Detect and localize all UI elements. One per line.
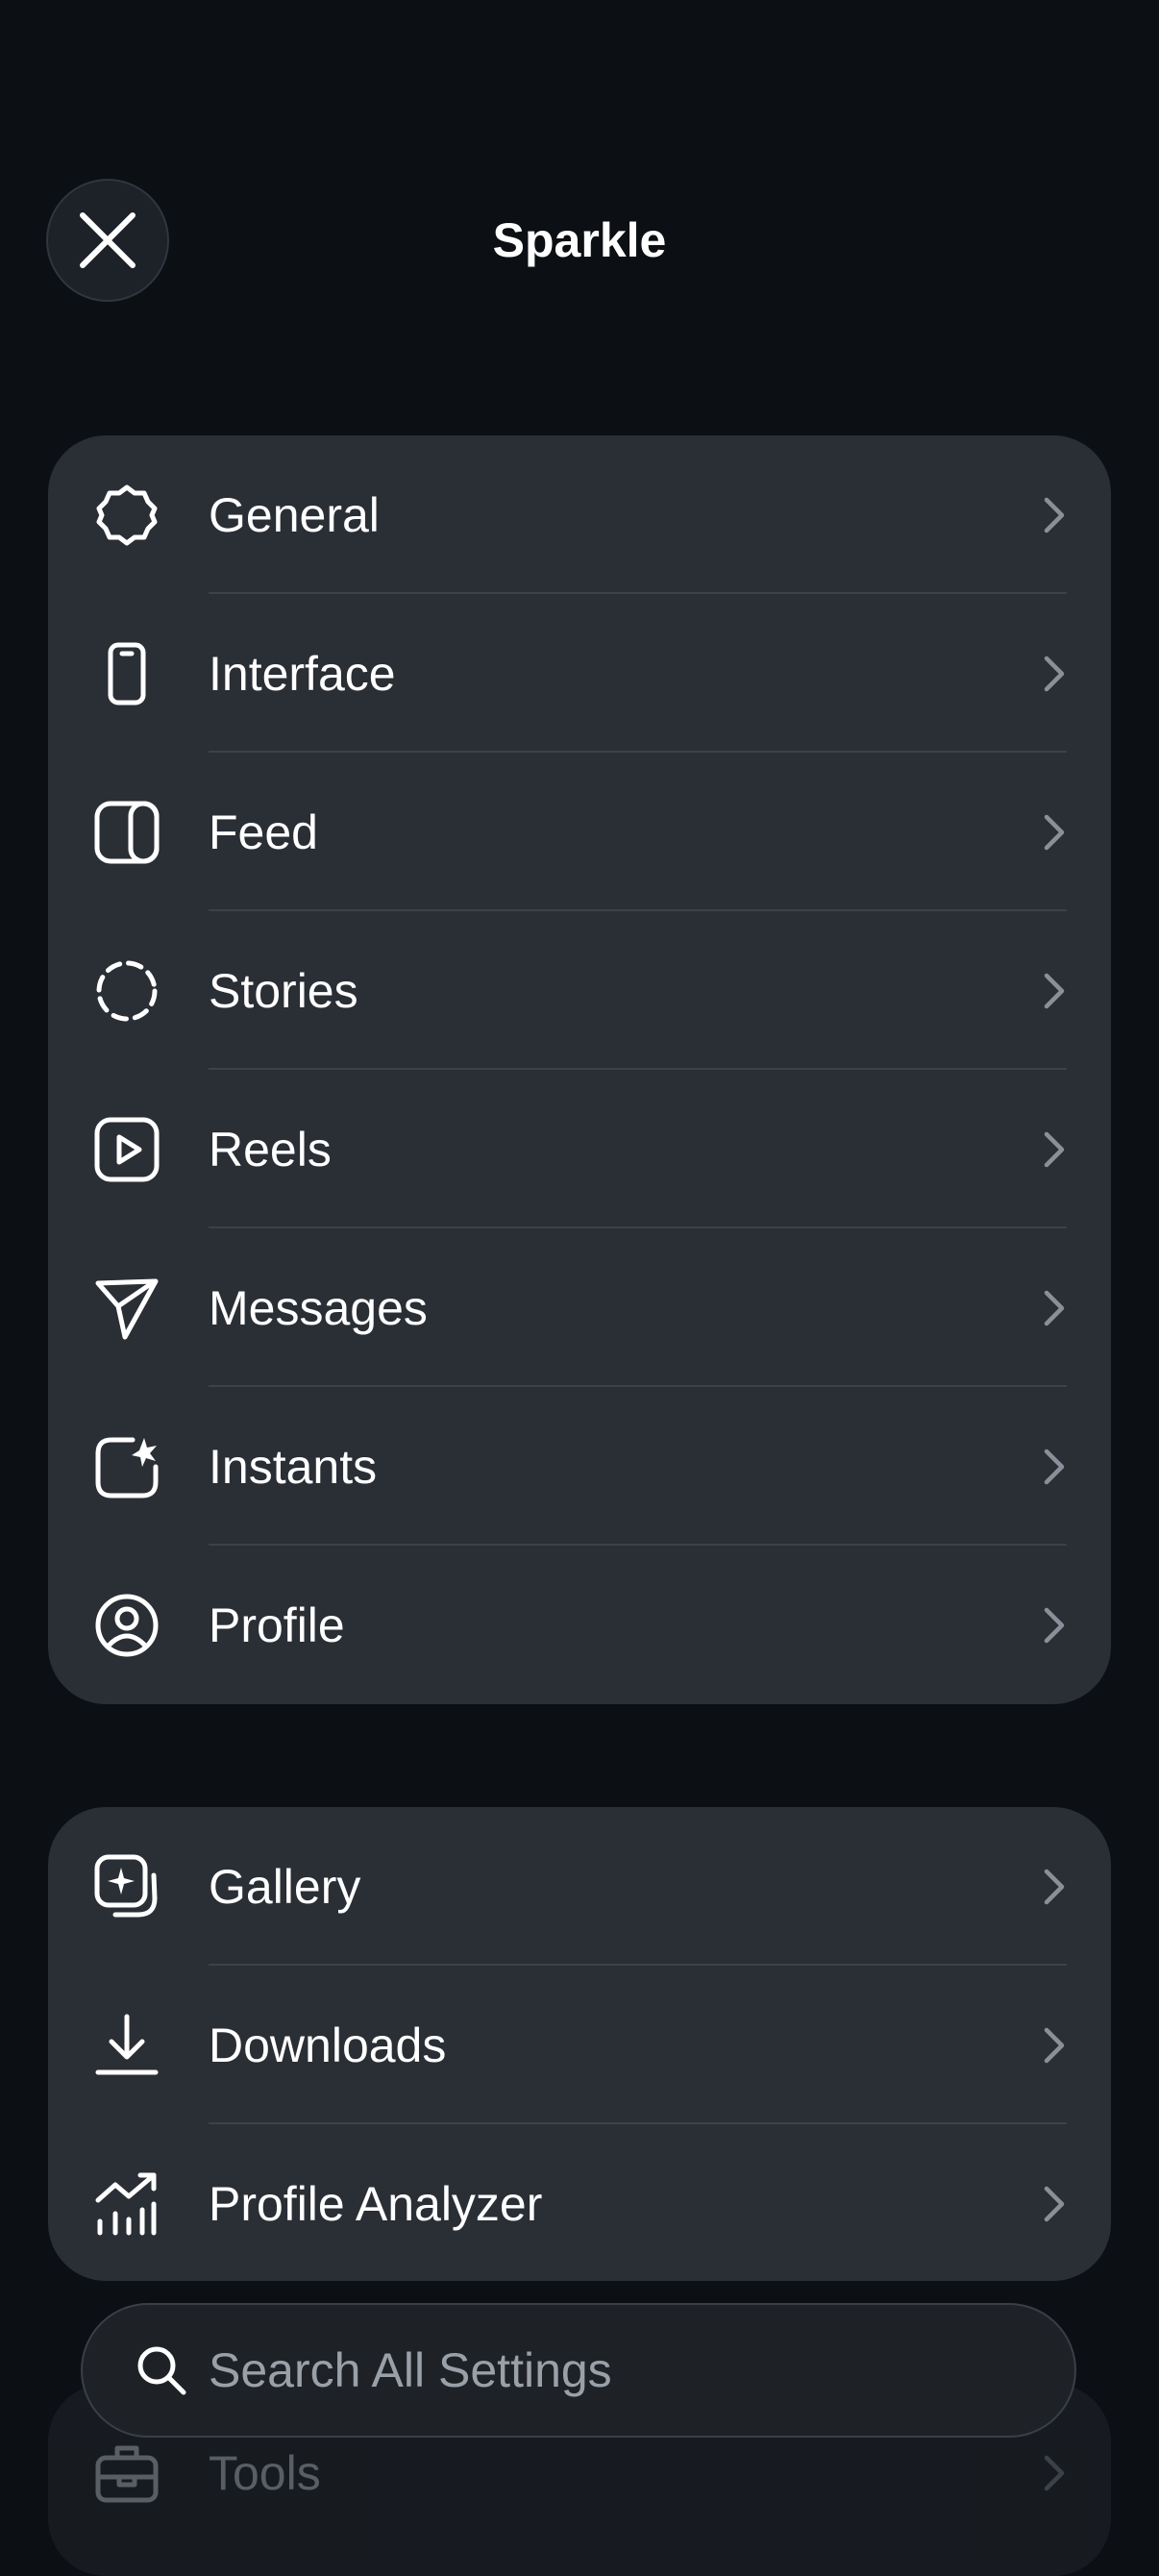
settings-row-messages[interactable]: Messages (48, 1228, 1111, 1387)
settings-row-profile[interactable]: Profile (48, 1546, 1111, 1704)
chevron-right-icon (1040, 494, 1069, 536)
chevron-right-icon (1040, 653, 1069, 695)
settings-row-label: Gallery (209, 1859, 361, 1914)
feed-icon (92, 798, 161, 867)
settings-row-reels[interactable]: Reels (48, 1070, 1111, 1228)
chevron-right-icon (1040, 2452, 1069, 2494)
dashed-circle-icon (92, 956, 161, 1026)
settings-row-label: Profile (209, 1598, 345, 1652)
page-title: Sparkle (492, 213, 667, 267)
chevron-right-icon (1040, 970, 1069, 1012)
chevron-right-icon (1040, 1866, 1069, 1908)
settings-row-instants[interactable]: Instants (48, 1387, 1111, 1546)
chevron-right-icon (1040, 1287, 1069, 1329)
chevron-right-icon (1040, 2024, 1069, 2067)
play-square-icon (92, 1115, 161, 1184)
settings-row-label: Messages (209, 1280, 428, 1335)
settings-row-general[interactable]: General (48, 435, 1111, 594)
chevron-right-icon (1040, 1446, 1069, 1488)
chevron-right-icon (1040, 1128, 1069, 1171)
settings-row-label: Stories (209, 963, 358, 1018)
toolbox-icon (92, 2439, 161, 2508)
settings-row-profile-analyzer[interactable]: Profile Analyzer (48, 2124, 1111, 2283)
chart-trend-icon (92, 2169, 161, 2239)
send-icon (92, 1274, 161, 1343)
download-icon (92, 2011, 161, 2080)
user-circle-icon (92, 1591, 161, 1660)
settings-row-interface[interactable]: Interface (48, 594, 1111, 753)
settings-row-stories[interactable]: Stories (48, 911, 1111, 1070)
phone-icon (92, 639, 161, 708)
settings-row-label: General (209, 487, 380, 542)
settings-row-feed[interactable]: Feed (48, 753, 1111, 911)
settings-row-label: Instants (209, 1439, 378, 1494)
settings-row-label: Reels (209, 1122, 332, 1177)
settings-row-label: Downloads (209, 2018, 447, 2072)
chevron-right-icon (1040, 1604, 1069, 1647)
settings-row-gallery[interactable]: Gallery (48, 1807, 1111, 1966)
search-input[interactable] (209, 2305, 1035, 2436)
settings-row-label: Interface (209, 646, 396, 701)
instants-icon (92, 1432, 161, 1501)
settings-row-label: Profile Analyzer (209, 2176, 543, 2231)
settings-group-main: General Interface Feed Stories Reels Mes… (48, 435, 1111, 1704)
gallery-icon (92, 1852, 161, 1921)
chevron-right-icon (1040, 2183, 1069, 2225)
settings-group-media: Gallery Downloads Profile Analyzer (48, 1807, 1111, 2281)
gear-icon (92, 481, 161, 550)
settings-row-downloads[interactable]: Downloads (48, 1966, 1111, 2124)
search-icon (135, 2343, 188, 2397)
search-bar[interactable] (81, 2303, 1076, 2438)
settings-row-label: Tools (209, 2445, 321, 2500)
settings-row-label: Feed (209, 805, 318, 859)
chevron-right-icon (1040, 811, 1069, 854)
